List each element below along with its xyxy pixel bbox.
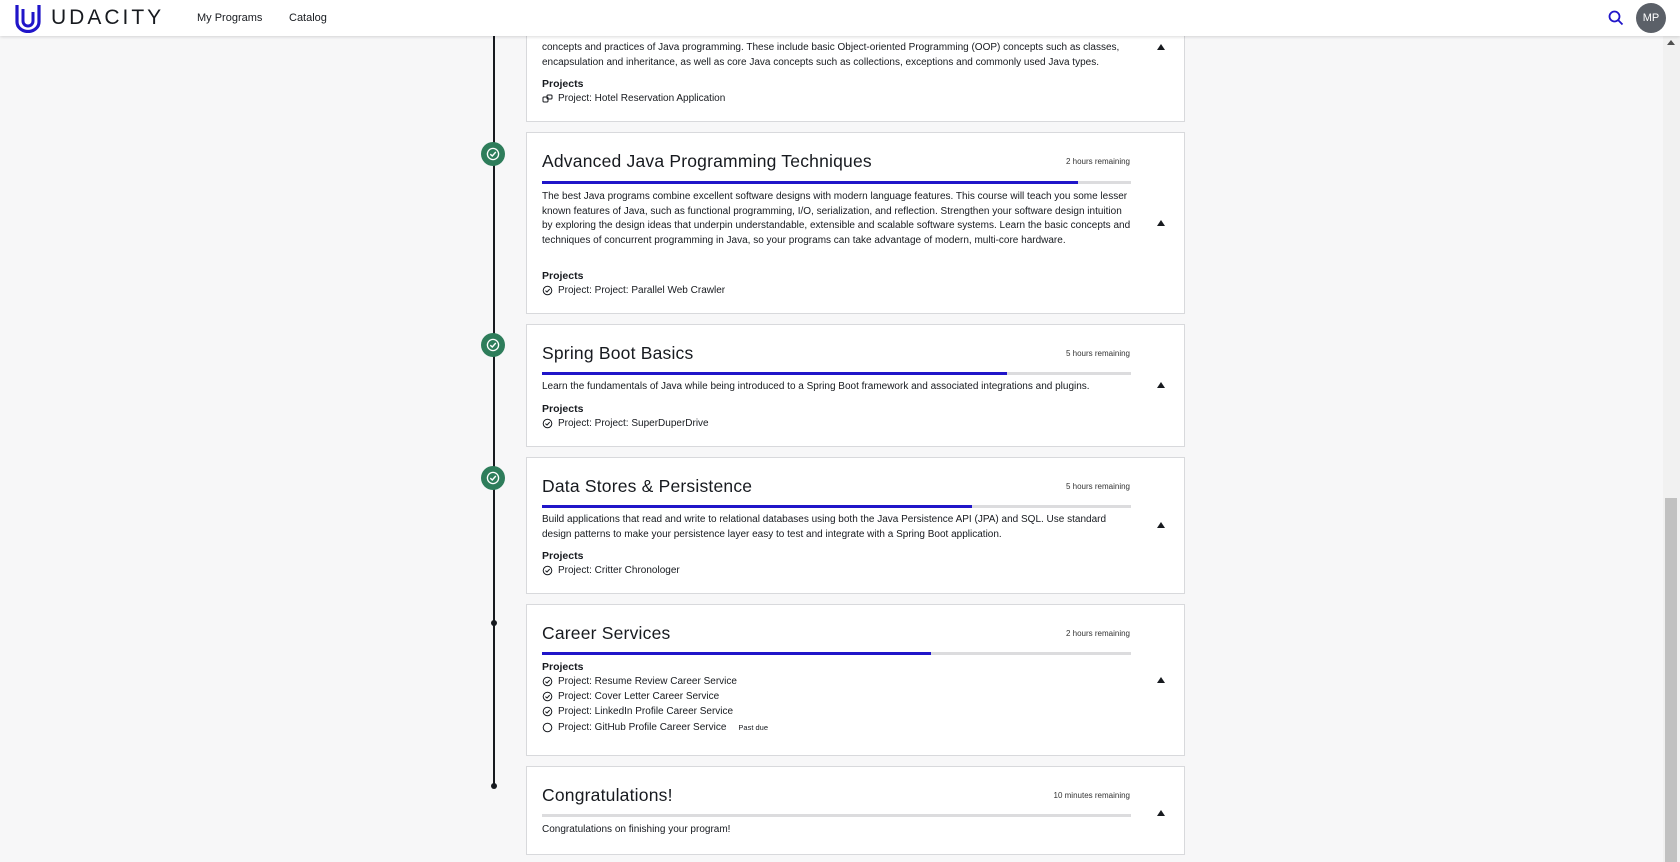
time-remaining: 5 hours remaining bbox=[1065, 482, 1130, 491]
progress-bar bbox=[542, 372, 1131, 375]
check-circle-icon bbox=[542, 285, 553, 296]
project-name: Project: LinkedIn Profile Career Service bbox=[558, 706, 734, 717]
time-remaining: 2 hours remaining bbox=[1065, 629, 1130, 638]
timeline-dot bbox=[491, 783, 497, 789]
course-title: Data Stores & Persistence bbox=[542, 476, 753, 496]
projects-heading: Projects bbox=[542, 78, 584, 90]
course-card-data-stores[interactable]: Data Stores & Persistence 5 hours remain… bbox=[526, 457, 1185, 594]
project-name: Project: GitHub Profile Career Service bbox=[558, 722, 727, 733]
project-item[interactable]: Project: Hotel Reservation Application bbox=[542, 93, 725, 104]
time-remaining: 2 hours remaining bbox=[1065, 157, 1130, 166]
scrollbar-thumb[interactable] bbox=[1665, 498, 1677, 862]
course-card-career-services[interactable]: Career Services 2 hours remaining Projec… bbox=[526, 604, 1185, 756]
course-description: The best Java programs combine excellent… bbox=[542, 191, 1131, 247]
project-item[interactable]: Project: LinkedIn Profile Career Service bbox=[542, 706, 733, 717]
progress-bar-fill bbox=[542, 505, 972, 508]
progress-bar-fill bbox=[542, 181, 1078, 184]
course-card-congratulations[interactable]: Congratulations! 10 minutes remaining Co… bbox=[526, 766, 1185, 855]
collapse-arrow-icon[interactable] bbox=[1157, 522, 1165, 528]
course-card-advanced-java[interactable]: Advanced Java Programming Techniques 2 h… bbox=[526, 132, 1185, 314]
time-remaining: 5 hours remaining bbox=[1065, 349, 1130, 358]
course-title: Advanced Java Programming Techniques bbox=[542, 151, 872, 171]
progress-bar bbox=[542, 181, 1131, 184]
past-due-badge: Past due bbox=[738, 723, 769, 732]
progress-bar bbox=[542, 505, 1131, 508]
nav-my-programs[interactable]: My Programs bbox=[197, 12, 262, 24]
collapse-arrow-icon[interactable] bbox=[1157, 810, 1165, 816]
collapse-arrow-icon[interactable] bbox=[1157, 44, 1165, 50]
course-description: Learn the fundamentals of Java while bei… bbox=[542, 381, 1090, 392]
brand-name: UDACITY bbox=[51, 6, 165, 29]
project-name: Project: Hotel Reservation Application bbox=[558, 93, 726, 104]
course-description: Congratulations on finishing your progra… bbox=[542, 824, 731, 835]
course-card-spring-boot-basics[interactable]: Spring Boot Basics 5 hours remaining Lea… bbox=[526, 324, 1185, 447]
course-description: Build applications that read and write t… bbox=[542, 514, 1107, 540]
top-nav: UDACITY My Programs Catalog MP bbox=[0, 0, 1680, 36]
scroll-up-arrow[interactable] bbox=[1667, 40, 1675, 45]
progress-bar-fill bbox=[542, 372, 1008, 375]
course-title: Congratulations! bbox=[542, 785, 673, 805]
avatar[interactable]: MP bbox=[1636, 3, 1666, 33]
collapse-arrow-icon[interactable] bbox=[1157, 220, 1165, 226]
project-name: Project: Resume Review Career Service bbox=[558, 676, 737, 687]
project-item[interactable]: Project: Project: SuperDuperDrive bbox=[542, 418, 709, 429]
project-item[interactable]: Project: Critter Chronologer bbox=[542, 565, 680, 576]
check-circle-icon bbox=[542, 676, 553, 687]
projects-heading: Projects bbox=[542, 403, 584, 415]
projects-heading: Projects bbox=[542, 550, 584, 562]
check-circle-icon bbox=[542, 691, 553, 702]
timeline-complete-check-icon bbox=[481, 466, 505, 490]
timeline-complete-check-icon bbox=[481, 333, 505, 357]
course-description: concepts and practices of Java programmi… bbox=[542, 42, 1120, 68]
project-name: Project: Project: Parallel Web Crawler bbox=[558, 285, 726, 296]
course-title: Career Services bbox=[542, 623, 671, 643]
project-name: Project: Project: SuperDuperDrive bbox=[558, 418, 709, 429]
progress-bar bbox=[542, 652, 1131, 655]
progress-bar-fill bbox=[542, 652, 931, 655]
time-remaining: 10 minutes remaining bbox=[1053, 791, 1130, 800]
project-link-icon bbox=[542, 94, 553, 103]
project-name: Project: Cover Letter Career Service bbox=[558, 691, 720, 702]
timeline-dot bbox=[491, 620, 497, 626]
project-item[interactable]: Project: Project: Parallel Web Crawler bbox=[542, 285, 725, 296]
udacity-logo[interactable]: UDACITY bbox=[14, 3, 164, 33]
project-item[interactable]: Project: Cover Letter Career Service bbox=[542, 691, 719, 702]
projects-heading: Projects bbox=[542, 661, 584, 673]
progress-bar bbox=[542, 814, 1131, 817]
course-title: Spring Boot Basics bbox=[542, 343, 694, 363]
timeline-complete-check-icon bbox=[481, 142, 505, 166]
check-circle-icon bbox=[542, 706, 553, 717]
collapse-arrow-icon[interactable] bbox=[1157, 677, 1165, 683]
project-item[interactable]: Project: Resume Review Career Service bbox=[542, 676, 737, 687]
empty-circle-icon bbox=[542, 722, 553, 733]
nav-catalog[interactable]: Catalog bbox=[289, 12, 327, 24]
udacity-logo-icon bbox=[15, 5, 41, 33]
search-icon[interactable] bbox=[1607, 9, 1625, 27]
check-circle-icon bbox=[542, 418, 553, 429]
project-name: Project: Critter Chronologer bbox=[558, 565, 680, 576]
collapse-arrow-icon[interactable] bbox=[1157, 382, 1165, 388]
check-circle-icon bbox=[542, 565, 553, 576]
project-item[interactable]: Project: GitHub Profile Career Service P… bbox=[542, 722, 768, 733]
projects-heading: Projects bbox=[542, 270, 584, 282]
